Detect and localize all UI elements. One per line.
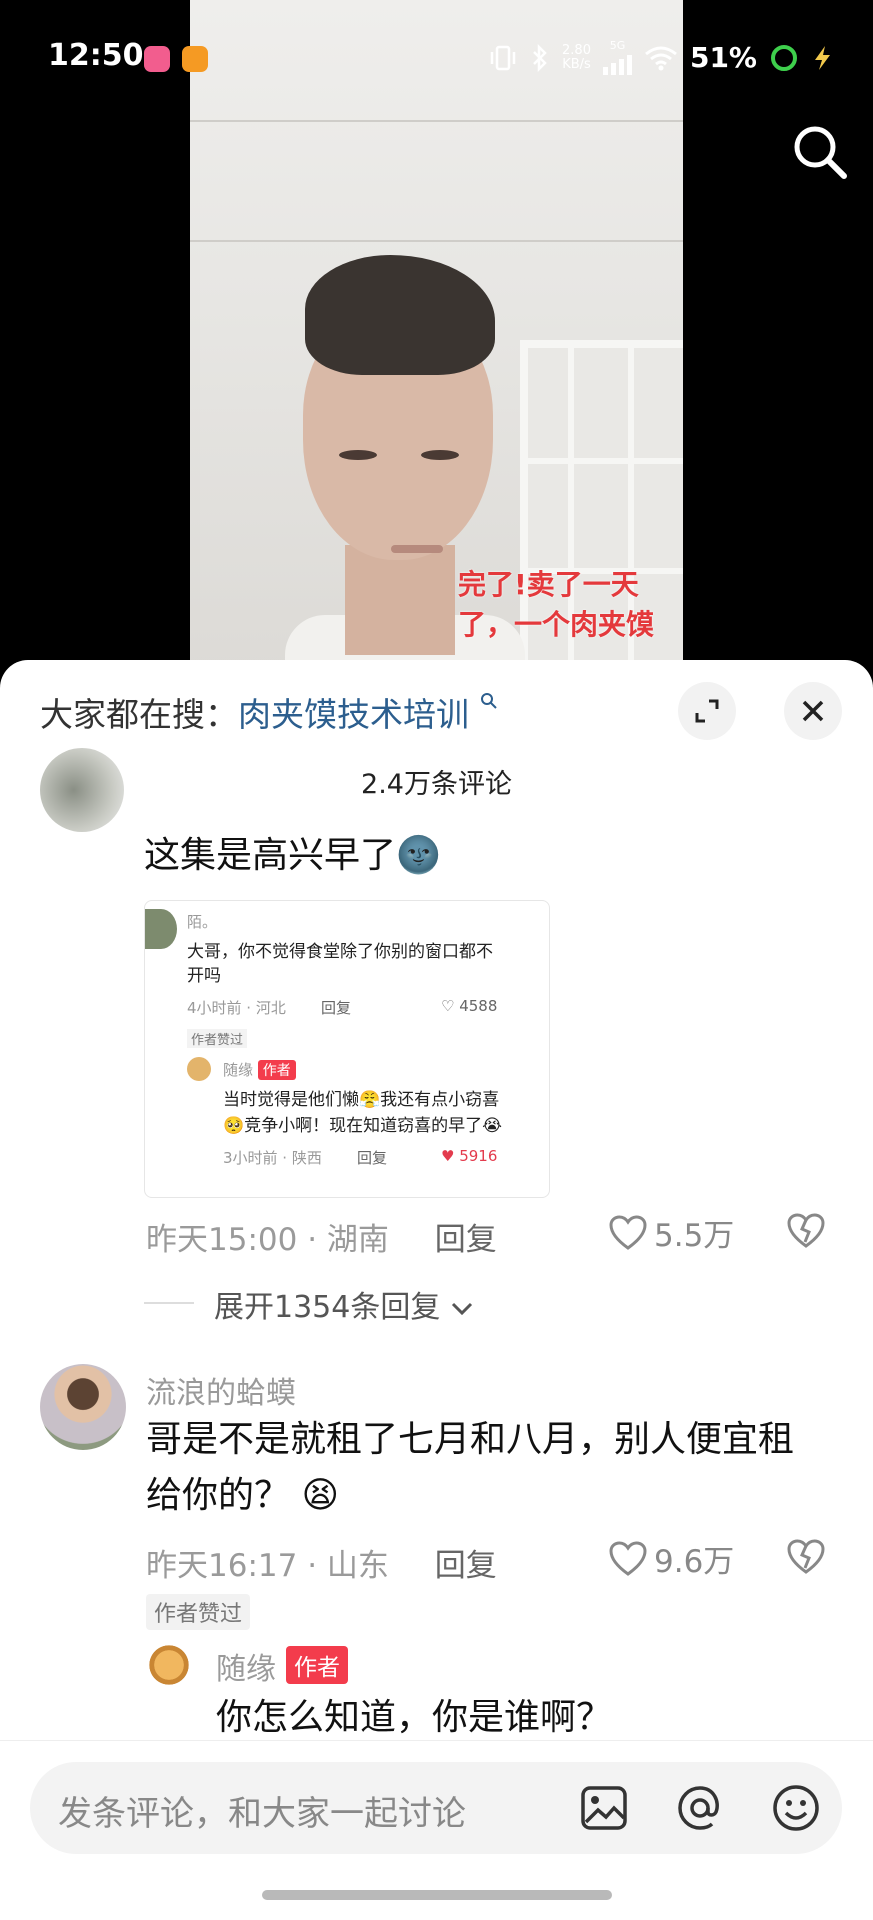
signal-icon	[602, 51, 632, 75]
close-button[interactable]	[784, 682, 842, 740]
reply-text: 你怎么知道，你是谁啊？	[216, 1697, 613, 1738]
vibrate-icon	[490, 45, 516, 70]
embedded-reply-text: 当时觉得是他们懒😤我还有点小窃喜	[223, 1090, 500, 1110]
mention-icon[interactable]	[674, 1782, 726, 1834]
status-time: 12:50	[48, 38, 144, 73]
video-caption: 完了!卖了一天 了，一个肉夹馍	[458, 565, 683, 645]
expand-icon	[695, 699, 719, 723]
avatar[interactable]	[40, 1364, 126, 1450]
charging-icon	[815, 45, 830, 70]
embedded-meta: 4小时前 · 河北	[187, 999, 286, 1017]
battery-ring-icon	[771, 44, 797, 71]
heart-icon	[609, 1214, 647, 1250]
comment-username[interactable]: 流浪的蛤蟆	[146, 1368, 296, 1412]
liked-badge: 作者赞过	[187, 1029, 248, 1048]
status-indicators: 2.80 KB/s 5G 51%	[488, 40, 833, 75]
embedded-text: 开吗	[187, 966, 221, 986]
bilibili-app-icon	[144, 46, 170, 72]
comment-count: 2.4万条评论	[361, 769, 512, 800]
embedded-username: 陌。	[187, 913, 218, 931]
embedded-reply: 回复	[321, 999, 352, 1017]
comment-meta: 昨天15:00 · 湖南 回复	[146, 1222, 497, 1258]
heart-icon	[609, 1540, 647, 1576]
like-button[interactable]: 9.6万	[608, 1536, 734, 1581]
comment-input-placeholder: 发条评论，和大家一起讨论	[58, 1794, 466, 1834]
embedded-like: ♥ 5916	[441, 1147, 498, 1165]
home-indicator[interactable]	[262, 1890, 612, 1900]
author-liked-badge: 作者赞过	[146, 1594, 251, 1630]
avatar[interactable]	[40, 748, 124, 832]
moon-emoji-icon: 🌚	[396, 835, 441, 876]
laughing-emoji-icon: 😫	[301, 1475, 339, 1516]
search-small-icon	[480, 693, 497, 709]
wall-line	[190, 240, 683, 242]
hot-search-keyword[interactable]: 肉夹馍技术培训	[238, 695, 469, 734]
hot-search[interactable]: 大家都在搜：肉夹馍技术培训	[40, 688, 498, 736]
emoji-icon[interactable]	[770, 1782, 822, 1834]
notification-app-icon	[182, 46, 208, 72]
caption-line: 了，一个肉夹馍	[458, 608, 655, 641]
bluetooth-icon	[533, 43, 547, 72]
comment-meta: 昨天16:17 · 山东 回复	[146, 1548, 497, 1584]
caption-line: 完了!卖了一天	[458, 568, 639, 601]
embedded-reply: 回复	[357, 1149, 388, 1167]
net-speed: 2.80 KB/s	[562, 42, 591, 72]
wall-line	[190, 120, 683, 122]
divider	[144, 1302, 194, 1304]
embedded-meta: 3小时前 · 陕西	[223, 1149, 322, 1167]
embedded-like: ♡ 4588	[441, 997, 498, 1015]
battery-percent: 51%	[689, 41, 757, 74]
avatar[interactable]	[146, 1642, 192, 1688]
embedded-reply-text: 🥺竞争小啊！现在知道窃喜的早了😭	[223, 1116, 503, 1136]
chevron-down-icon	[451, 1302, 472, 1316]
wifi-icon	[645, 46, 677, 70]
comment-text: 哥是不是就租了七月和八月，别人便宜租 给你的？ 😫	[146, 1419, 795, 1516]
comment-text: 这集是高兴早了🌚	[144, 835, 441, 876]
expand-replies-button[interactable]: 展开1354条回复	[214, 1282, 474, 1326]
broken-heart-icon[interactable]	[786, 1212, 826, 1250]
broken-heart-icon[interactable]	[786, 1538, 826, 1576]
reply-button[interactable]: 回复	[435, 1548, 497, 1584]
comment-input[interactable]: 发条评论，和大家一起讨论	[30, 1762, 842, 1854]
cell-signal: 5G	[602, 40, 632, 75]
embedded-reply-user: 随缘 作者	[223, 1059, 296, 1080]
avatar	[145, 909, 177, 949]
close-icon	[802, 700, 824, 722]
status-bar: 12:50 2.80 KB/s 5G 51%	[0, 0, 873, 120]
like-button[interactable]: 5.5万	[608, 1210, 734, 1255]
video-player[interactable]: 完了!卖了一天 了，一个肉夹馍 12:50 2.80 KB/s 5G 51%	[0, 0, 873, 680]
comment-sheet: 大家都在搜：肉夹馍技术培训 2.4万条评论 这集是高兴早了🌚 陌。 大哥，你不觉…	[0, 660, 873, 1920]
image-icon[interactable]	[578, 1782, 630, 1834]
reply-username[interactable]: 随缘	[216, 1644, 276, 1688]
avatar	[187, 1057, 211, 1081]
expand-button[interactable]	[678, 682, 736, 740]
reply-button[interactable]: 回复	[435, 1222, 497, 1258]
author-tag: 作者	[286, 1646, 348, 1684]
search-icon[interactable]	[790, 122, 850, 182]
comment-image[interactable]: 陌。 大哥，你不觉得食堂除了你别的窗口都不 开吗 4小时前 · 河北 回复 ♡ …	[144, 900, 550, 1198]
embedded-text: 大哥，你不觉得食堂除了你别的窗口都不	[187, 942, 493, 962]
hot-search-label: 大家都在搜：	[40, 695, 238, 734]
